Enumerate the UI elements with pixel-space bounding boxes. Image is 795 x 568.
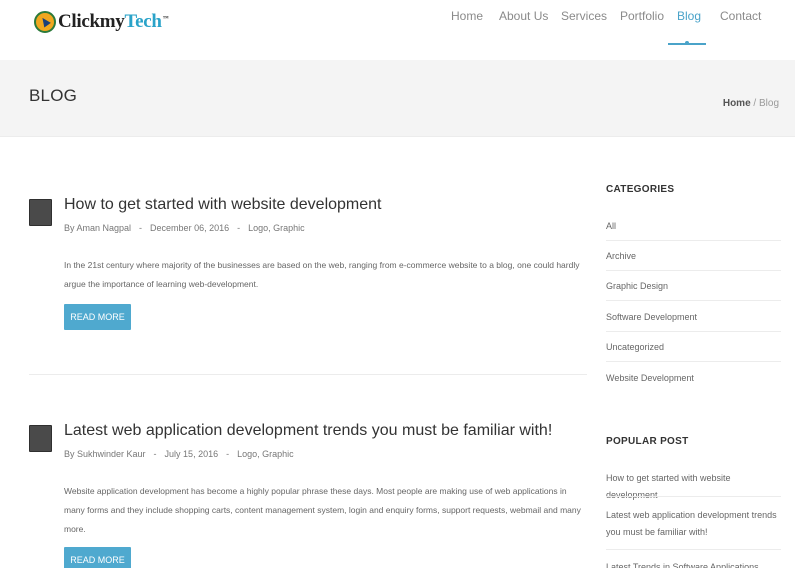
page-title: BLOG [29,86,78,105]
categories-widget-title: CATEGORIES [606,184,675,195]
site-logo[interactable]: ClickmyTech™ [34,9,169,35]
popular-post-link[interactable]: Latest web application development trend… [606,507,781,541]
post-meta: By Aman Nagpal - December 06, 2016- Logo, G… [64,223,305,233]
popular-divider [606,496,781,497]
post-meta: By Sukhwinder Kaur - July 15, 2016- Logo, G… [64,449,294,459]
category-link-graphic-design[interactable]: Graphic Design [606,281,781,291]
nav-home[interactable]: Home [451,9,483,23]
category-divider [606,300,781,301]
post-excerpt: In the 21st century where majority of th… [64,260,580,289]
post-title[interactable]: How to get started with website developm… [64,196,382,214]
post-categories[interactable]: Logo, Graphic [237,449,294,459]
category-link-archive[interactable]: Archive [606,251,781,261]
breadcrumb-separator: / [753,98,757,109]
breadcrumb: Home / Blog [723,98,779,109]
popular-divider [606,549,781,550]
nav-blog[interactable]: Blog [677,9,701,23]
post-author[interactable]: By Sukhwinder Kaur [64,449,146,459]
meta-separator: - [139,223,143,233]
meta-separator: - [226,449,230,459]
read-more-button[interactable]: READ MORE [64,547,131,568]
logo-cursor-icon [34,11,56,33]
category-link-all[interactable]: All [606,221,781,231]
post-author[interactable]: By Aman Nagpal [64,223,131,233]
popular-posts-widget-title: POPULAR POST [606,436,689,447]
read-more-button[interactable]: READ MORE [64,304,131,330]
post-divider [29,374,587,375]
category-link-uncategorized[interactable]: Uncategorized [606,342,781,352]
breadcrumb-current: Blog [758,98,779,109]
category-divider [606,331,781,332]
nav-contact[interactable]: Contact [720,9,761,23]
breadcrumb-home[interactable]: Home [723,98,751,109]
logo-text: ClickmyTech™ [58,11,169,32]
post-format-icon [29,199,52,226]
nav-active-dot [685,41,689,45]
post-date: December 06, 2016 [150,223,230,233]
category-link-website-development[interactable]: Website Development [606,373,781,383]
meta-separator: - [237,223,241,233]
popular-post-link[interactable]: How to get started with website developm… [606,470,781,504]
post-format-icon [29,425,52,452]
post-categories[interactable]: Logo, Graphic [248,223,305,233]
nav-portfolio[interactable]: Portfolio [620,9,664,23]
page-title-bar: BLOG Home / Blog [0,60,795,137]
nav-services[interactable]: Services [561,9,607,23]
site-header: ClickmyTech™ Home About Us Services Port… [0,0,795,60]
post-date: July 15, 2016 [164,449,219,459]
popular-post-link[interactable]: Latest Trends in Software Applications [606,559,781,568]
post-title[interactable]: Latest web application development trend… [64,422,552,440]
meta-separator: - [153,449,157,459]
post-excerpt: Website application development has beco… [64,486,581,534]
category-divider [606,240,781,241]
nav-about-us[interactable]: About Us [499,9,548,23]
category-link-software-development[interactable]: Software Development [606,312,781,322]
category-divider [606,361,781,362]
category-divider [606,270,781,271]
